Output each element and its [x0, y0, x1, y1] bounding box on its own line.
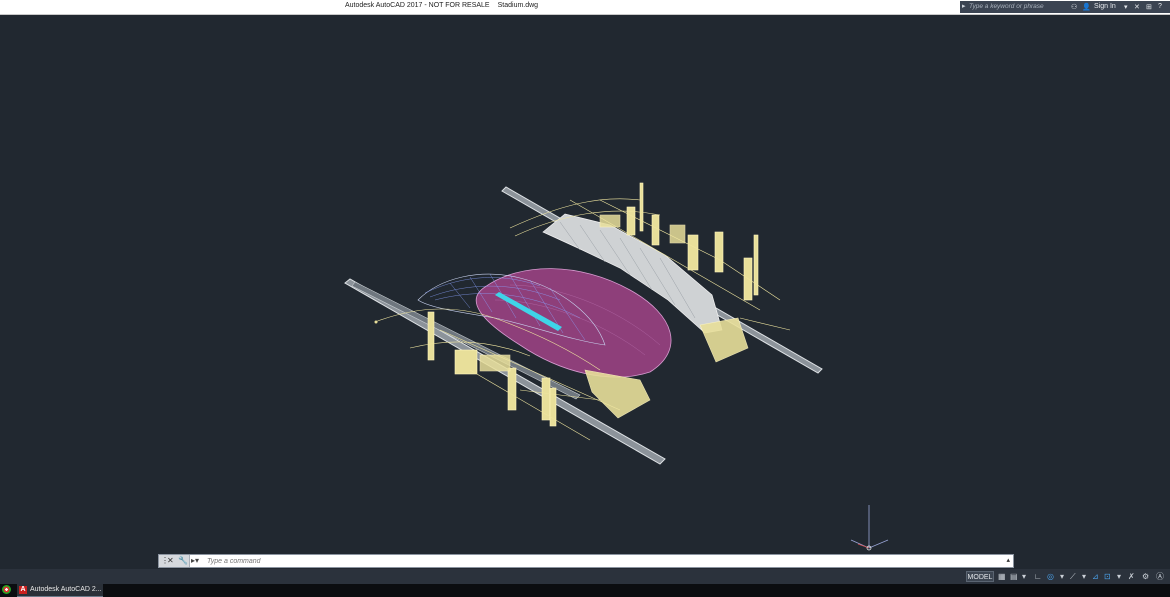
taskbar-app-autocad[interactable]: A Autodesk AutoCAD 2... [17, 584, 103, 597]
osnap-icon[interactable]: ⟋ [1070, 571, 1076, 582]
search-icon: ▸ [962, 3, 966, 10]
command-input[interactable] [207, 556, 987, 566]
autocad-logo-icon: A [19, 586, 27, 594]
exchange-icon[interactable]: ✕ [1134, 3, 1140, 11]
chevron-up-icon[interactable]: ▴ [1006, 556, 1010, 564]
app-title: Autodesk AutoCAD 2017 - NOT FOR RESALE [345, 2, 490, 9]
stadium-model [344, 182, 889, 551]
help-icon[interactable]: ? [1158, 3, 1162, 10]
tower [714, 231, 724, 273]
tower [753, 234, 759, 296]
command-line-controls: ⋮ ✕ 🔧 [159, 555, 190, 567]
chrome-icon[interactable] [2, 585, 11, 594]
model-space-button[interactable]: MODEL [966, 571, 994, 582]
polar-icon[interactable]: ◎ [1047, 571, 1054, 582]
user-icon: 👤 [1082, 4, 1091, 11]
annotation-scale-icon[interactable]: ✗ [1128, 571, 1135, 582]
annotation-visibility-icon[interactable]: Ⓐ [1156, 571, 1164, 582]
file-name: Stadium.dwg [497, 2, 539, 9]
ucs-icon [850, 505, 889, 549]
tower [454, 349, 478, 375]
close-icon[interactable]: ✕ [167, 556, 174, 565]
tower [541, 377, 551, 421]
search-placeholder: Type a keyword or phrase [969, 3, 1044, 10]
title-bar: Autodesk AutoCAD 2017 - NOT FOR RESALE St… [0, 0, 1170, 15]
tower [507, 367, 517, 411]
chevron-down-icon[interactable]: ▾ [1060, 571, 1064, 582]
chevron-down-icon[interactable]: ▾ [1124, 3, 1128, 11]
drawing-viewport[interactable] [0, 15, 1170, 555]
prompt-icon[interactable]: ▸▾ [191, 556, 199, 565]
chevron-down-icon[interactable]: ▾ [1082, 571, 1086, 582]
window-title: Autodesk AutoCAD 2017 - NOT FOR RESALE St… [345, 2, 538, 9]
account-area[interactable]: ⚇ 👤 Sign In ▾ ✕ ⊞ ? [1068, 1, 1170, 13]
taskbar-app-label: Autodesk AutoCAD 2... [30, 586, 102, 593]
binoculars-icon[interactable]: ⚇ [1071, 3, 1077, 11]
status-bar: MODEL ▦ ▤ ▾ ∟ ◎ ▾ ⟋ ▾ ⊿ ⊡ ▾ ✗ ⚙ Ⓐ [0, 569, 1170, 584]
chevron-down-icon[interactable]: ▾ [1117, 571, 1121, 582]
tower [651, 214, 660, 246]
os-taskbar: A Autodesk AutoCAD 2... [0, 584, 1170, 597]
cart-icon[interactable]: ⊞ [1146, 3, 1152, 11]
command-line[interactable]: ⋮ ✕ 🔧 ▸▾ ▴ [158, 554, 1014, 568]
tower [427, 311, 435, 361]
lineweight-icon[interactable]: ⊿ [1092, 571, 1099, 582]
sign-in-link[interactable]: Sign In [1094, 3, 1116, 10]
help-search-input[interactable]: ▸ Type a keyword or phrase [960, 1, 1068, 13]
annotation-icon[interactable]: ⊡ [1104, 571, 1111, 582]
ortho-icon[interactable]: ∟ [1034, 571, 1042, 582]
workspace-icon[interactable]: ⚙ [1142, 571, 1149, 582]
chevron-down-icon[interactable]: ▾ [1022, 571, 1026, 582]
tower [639, 182, 644, 232]
grid-icon[interactable]: ▦ [998, 571, 1006, 582]
wrench-icon[interactable]: 🔧 [178, 556, 188, 565]
snap-icon[interactable]: ▤ [1010, 571, 1018, 582]
tower [687, 234, 699, 271]
apron [584, 369, 651, 419]
